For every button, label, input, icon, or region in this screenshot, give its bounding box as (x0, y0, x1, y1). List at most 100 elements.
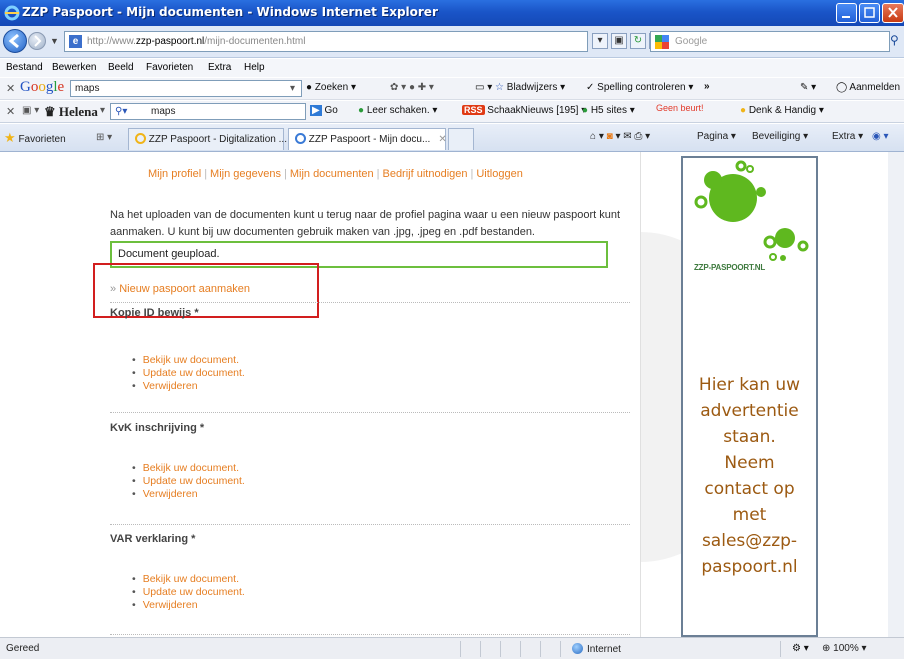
toolbar-tools-icons[interactable]: ✿ ▾ ● ✚ ▾ (390, 82, 434, 93)
zoeken-button[interactable]: ● Zoeken ▾ (306, 82, 356, 93)
google-search-icon (655, 35, 669, 49)
status-divider (520, 641, 521, 657)
pagina-menu[interactable]: Pagina ▾ (697, 131, 736, 142)
bekijk-document-link[interactable]: Bekijk uw document. (132, 573, 245, 586)
nav-bedrijf-uitnodigen[interactable]: Bedrijf uitnodigen (382, 168, 467, 180)
window-titlebar: ZZP Paspoort - Mijn documenten - Windows… (0, 0, 904, 26)
denk-handig-button[interactable]: ● Denk & Handig ▾ (740, 105, 824, 116)
search-icon[interactable]: ⚲ (890, 33, 899, 47)
back-button[interactable] (3, 29, 27, 53)
google-toolbar-search-input[interactable]: maps (70, 80, 302, 97)
update-document-link[interactable]: Update uw document. (132, 475, 245, 488)
h5-label: H5 sites (590, 105, 627, 116)
leer-schaken-link[interactable]: ● Leer schaken. ▾ (358, 105, 437, 116)
vertical-scrollbar[interactable] (888, 152, 904, 637)
helena-dropdown-icon[interactable]: ▾ (100, 105, 105, 116)
maximize-button[interactable] (859, 3, 880, 23)
update-document-link[interactable]: Update uw document. (132, 586, 245, 599)
extra-label: Extra (832, 131, 856, 142)
h5-sites-button[interactable]: ● H5 sites ▾ (582, 105, 635, 116)
leer-label: Leer schaken. (366, 105, 430, 116)
favorieten-label: Favorieten (18, 134, 66, 145)
url-path: /mijn-documenten.html (204, 36, 306, 47)
ad-line: Neem (724, 453, 775, 473)
tab-mijn-documenten[interactable]: ZZP Paspoort - Mijn docu... ✕ (288, 128, 447, 150)
nav-uitloggen[interactable]: Uitloggen (476, 168, 522, 180)
nieuw-paspoort-link[interactable]: » Nieuw paspoort aanmaken (110, 283, 250, 295)
nav-mijn-gegevens[interactable]: Mijn gegevens (210, 168, 281, 180)
schaaknieuws-button[interactable]: RSS SchaakNieuws [195] ▾ (462, 105, 586, 116)
page-content: Mijn profiel | Mijn gegevens | Mijn document… (0, 152, 904, 637)
verwijderen-link[interactable]: Verwijderen (132, 380, 245, 393)
verwijderen-link[interactable]: Verwijderen (132, 599, 245, 612)
schaak-label: SchaakNieuws [195] (487, 105, 579, 116)
bladwijzers-button[interactable]: ▭ ▾ ☆ Bladwijzers ▾ (475, 82, 565, 93)
loading-icon (135, 133, 146, 144)
menu-extra[interactable]: Extra (208, 62, 231, 73)
menu-help[interactable]: Help (244, 62, 265, 73)
helena-name: Helena (58, 104, 98, 119)
wrench-icon[interactable]: ✎ ▾ (800, 82, 816, 93)
bekijk-document-link[interactable]: Bekijk uw document. (132, 354, 245, 367)
compatibility-icon[interactable]: ▣ (611, 33, 627, 49)
new-tab-button[interactable] (448, 128, 474, 150)
intro-text: Na het uploaden van de documenten kunt u… (110, 207, 630, 241)
toolbar-menu-icon[interactable]: ▣ ▾ (22, 105, 39, 116)
beveiliging-menu[interactable]: Beveiliging ▾ (752, 131, 808, 142)
close-window-button[interactable] (882, 3, 904, 23)
section-divider (110, 412, 630, 413)
search-input[interactable]: Google (650, 31, 890, 52)
bladwijzers-label: Bladwijzers (506, 82, 558, 93)
verwijderen-link[interactable]: Verwijderen (132, 488, 245, 501)
tab-label: ZZP Paspoort - Digitalization ... (148, 134, 287, 145)
kopie-id-links: Bekijk uw document. Update uw document. … (132, 354, 245, 393)
pagina-label: Pagina (697, 131, 729, 142)
close-tab-icon[interactable]: ✕ (438, 134, 446, 145)
helena-search-input[interactable]: ⚲▾ maps (110, 103, 306, 120)
minimize-button[interactable] (836, 3, 857, 23)
ad-text: Hier kan uw advertentie staan. Neem cont… (683, 372, 816, 580)
advertisement-box[interactable]: ZZP-PASPOORT.NL Hier kan uw advertentie … (681, 156, 818, 637)
url-dropdown-icon[interactable]: ▾ (592, 33, 608, 49)
command-icons[interactable]: ⌂ ▾ ◙ ▾ ✉ ⎙ ▾ (590, 131, 650, 142)
ad-line: Hier kan uw (698, 375, 801, 395)
column-divider (640, 152, 641, 637)
section-title-kvk: KvK inschrijving * (110, 422, 205, 434)
beveiliging-label: Beveiliging (752, 131, 801, 142)
nav-mijn-profiel[interactable]: Mijn profiel (148, 168, 201, 180)
google-query-dropdown-icon[interactable]: ▾ (290, 83, 295, 94)
spelling-button[interactable]: ✓ Spelling controleren ▾ (586, 82, 693, 93)
status-bar: Gereed Internet ⚙ ▾ ⊕ 100% ▾ (0, 637, 904, 659)
history-dropdown-icon[interactable]: ▼ (50, 36, 59, 46)
status-divider (540, 641, 541, 657)
google-toolbar: ✕ Google maps ▾ ● Zoeken ▾ ✿ ▾ ● ✚ ▾ ▭ ▾… (0, 78, 904, 100)
help-icon[interactable]: ◉ ▾ (872, 131, 889, 142)
quick-tabs-icon[interactable]: ⊞ ▾ (96, 132, 112, 143)
bekijk-document-link[interactable]: Bekijk uw document. (132, 462, 245, 475)
url-input[interactable]: e http://www.zzp-paspoort.nl/mijn-docume… (64, 31, 588, 52)
status-divider (780, 641, 781, 657)
favorieten-button[interactable]: ★ Favorieten (4, 130, 66, 146)
zoom-control[interactable]: ⊕ 100% ▾ (822, 643, 867, 654)
close-toolbar-icon[interactable]: ✕ (6, 82, 15, 95)
update-document-link[interactable]: Update uw document. (132, 367, 245, 380)
tab-digitalization[interactable]: ZZP Paspoort - Digitalization ... (128, 128, 287, 150)
menu-beeld[interactable]: Beeld (108, 62, 134, 73)
forward-button[interactable] (28, 32, 46, 50)
menu-bewerken[interactable]: Bewerken (52, 62, 96, 73)
section-divider (110, 634, 630, 635)
nav-mijn-documenten[interactable]: Mijn documenten (290, 168, 374, 180)
menu-bestand[interactable]: Bestand (6, 62, 43, 73)
go-button[interactable]: ▶ Go (310, 105, 338, 116)
section-title-kopie-id: Kopie ID bewijs * (110, 307, 199, 319)
menu-favorieten[interactable]: Favorieten (146, 62, 193, 73)
extra-menu[interactable]: Extra ▾ (832, 131, 863, 142)
url-prefix: http://www. (87, 36, 136, 47)
intro-line-1: Na het uploaden van de documenten kunt u… (110, 209, 621, 221)
more-toolbar-button[interactable]: » (704, 81, 710, 92)
close-toolbar-2-icon[interactable]: ✕ (6, 105, 15, 118)
favorites-star-icon: ★ (4, 130, 16, 145)
protected-mode-icon[interactable]: ⚙ ▾ (792, 643, 809, 654)
refresh-icon[interactable]: ↻ (630, 33, 646, 49)
aanmelden-button[interactable]: ◯ Aanmelden (836, 82, 900, 93)
